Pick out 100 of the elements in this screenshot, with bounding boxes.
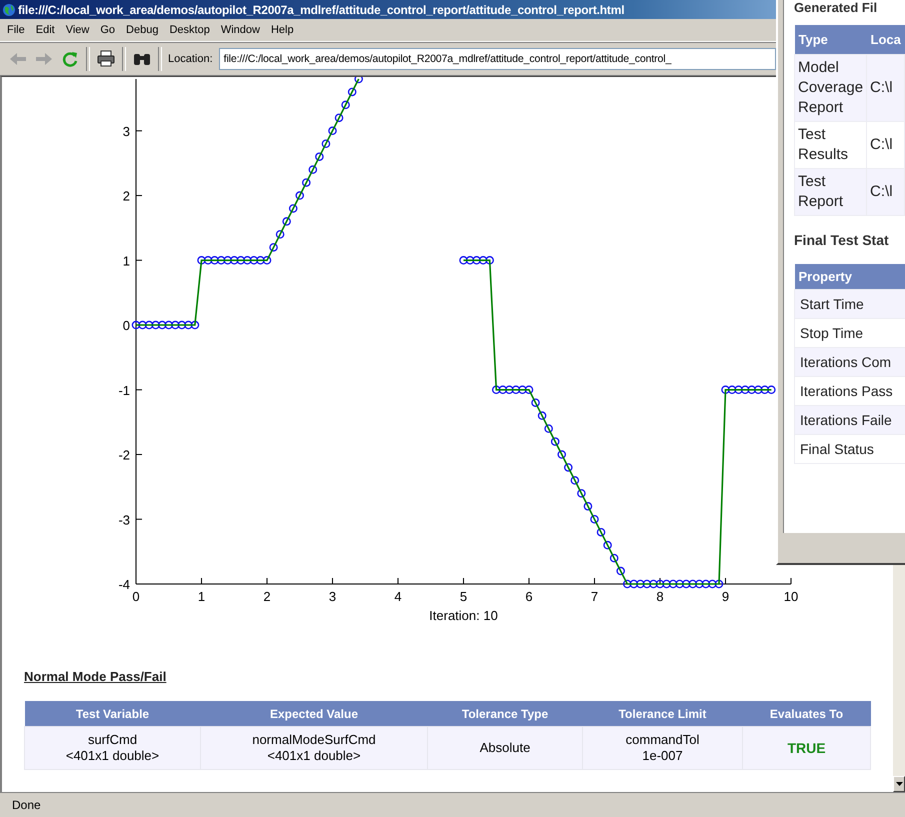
data-point: [505, 386, 514, 394]
data-point: [564, 463, 573, 472]
data-point: [328, 126, 337, 136]
table-cell: Absolute: [428, 726, 582, 770]
data-point: [754, 386, 762, 394]
x-tick-label: 0: [132, 589, 140, 604]
data-point: [550, 437, 560, 446]
data-point: [688, 580, 697, 588]
location-field[interactable]: file:///C:/local_work_area/demos/autopilot_R2007a_mdlref/attitude_control_report/attitude_control_: [218, 48, 776, 70]
data-point: [334, 114, 344, 122]
column-header: Tolerance Type: [428, 701, 582, 726]
x-tick-label: 8: [656, 589, 664, 604]
column-header: Expected Value: [200, 701, 428, 726]
menu-item[interactable]: File: [2, 22, 31, 38]
data-point: [649, 580, 658, 588]
table-cell: Final Status: [794, 434, 905, 464]
table-cell: C:\l: [866, 54, 905, 122]
data-point: [708, 580, 717, 588]
data-point: [151, 320, 160, 330]
scroll-down-button[interactable]: [893, 776, 905, 792]
data-point: [662, 580, 671, 588]
location-label: Location:: [168, 53, 213, 65]
data-point: [485, 256, 494, 265]
data-point: [178, 320, 186, 330]
data-point: [590, 515, 599, 524]
table-cell: commandTol 1e-007: [582, 726, 742, 770]
data-point: [210, 256, 219, 265]
data-point: [498, 386, 508, 394]
data-point: [341, 100, 350, 110]
x-tick-label: 4: [394, 589, 402, 604]
data-point: [675, 580, 684, 588]
data-point: [269, 243, 278, 252]
data-point: [623, 580, 632, 588]
printer-icon[interactable]: [96, 50, 116, 68]
y-tick-label: 3: [122, 124, 130, 139]
data-point: [610, 554, 618, 562]
data-point: [138, 320, 147, 330]
x-tick-label: 2: [263, 589, 271, 604]
section-heading: Generated Fil: [794, 0, 878, 15]
data-point: [466, 256, 474, 265]
column-header: Property: [794, 264, 905, 290]
y-tick-label: 0: [122, 318, 130, 334]
data-point: [538, 411, 546, 420]
data-point: [204, 256, 212, 265]
data-point: [721, 386, 730, 394]
data-point: [158, 320, 166, 330]
data-point: [132, 320, 140, 330]
column-header: Tolerance Limit: [582, 701, 742, 726]
data-point: [558, 450, 566, 459]
y-tick-label: -1: [118, 382, 130, 398]
status-text: Done: [12, 798, 41, 812]
refresh-icon[interactable]: [60, 50, 80, 68]
data-point: [577, 489, 586, 498]
data-point: [223, 256, 232, 265]
data-point: [216, 256, 226, 265]
x-tick-label: 10: [784, 589, 798, 604]
x-tick-label: 5: [460, 589, 468, 604]
column-header: Evaluates To: [742, 701, 870, 726]
data-point: [760, 386, 770, 394]
y-tick-label: 2: [122, 188, 130, 204]
table-cell: Iterations Com: [794, 348, 905, 376]
data-point: [767, 386, 776, 394]
x-tick-label: 9: [722, 589, 730, 604]
y-tick-label: -4: [118, 577, 130, 592]
table-cell: Iterations Faile: [794, 406, 905, 434]
data-point: [197, 256, 206, 265]
data-point: [531, 398, 540, 407]
table-cell: Start Time: [794, 290, 905, 318]
globe-icon: [2, 2, 16, 16]
data-point: [348, 88, 356, 96]
x-tick-label: 7: [590, 589, 598, 604]
data-point: [478, 256, 488, 265]
down-arrow-icon: [896, 782, 902, 786]
menu-item[interactable]: Help: [266, 22, 300, 38]
menu-item[interactable]: Go: [95, 22, 122, 38]
section-heading: Final Test Stat: [794, 232, 890, 248]
data-point: [524, 386, 534, 394]
section-heading: Normal Mode Pass/Fail: [24, 669, 166, 684]
menu-item[interactable]: Edit: [30, 22, 61, 38]
y-tick-label: 1: [122, 253, 130, 268]
data-point: [302, 178, 311, 187]
data-point: [728, 386, 736, 394]
table-cell: surfCmd <401x1 double>: [24, 726, 200, 770]
data-point: [570, 476, 580, 485]
data-point: [296, 191, 304, 200]
menu-item[interactable]: Desktop: [164, 22, 216, 38]
data-point: [276, 230, 284, 239]
data-point: [171, 320, 180, 330]
menu-item[interactable]: Debug: [121, 22, 164, 38]
data-point: [740, 386, 750, 394]
column-header: Loca: [866, 25, 905, 54]
table-cell: normalModeSurfCmd <401x1 double>: [200, 726, 428, 770]
menu-item[interactable]: Window: [216, 22, 266, 38]
window-title: file:///C:/local_work_area/demos/autopilot_R2007a_mdlref/attitude_control_report/attitude_control_report.html: [18, 2, 624, 16]
data-point: [603, 540, 612, 550]
menu-item[interactable]: View: [60, 22, 96, 38]
data-point: [236, 256, 246, 265]
data-point: [230, 256, 238, 265]
scrollbar[interactable]: [893, 564, 905, 792]
data-point: [308, 165, 318, 174]
